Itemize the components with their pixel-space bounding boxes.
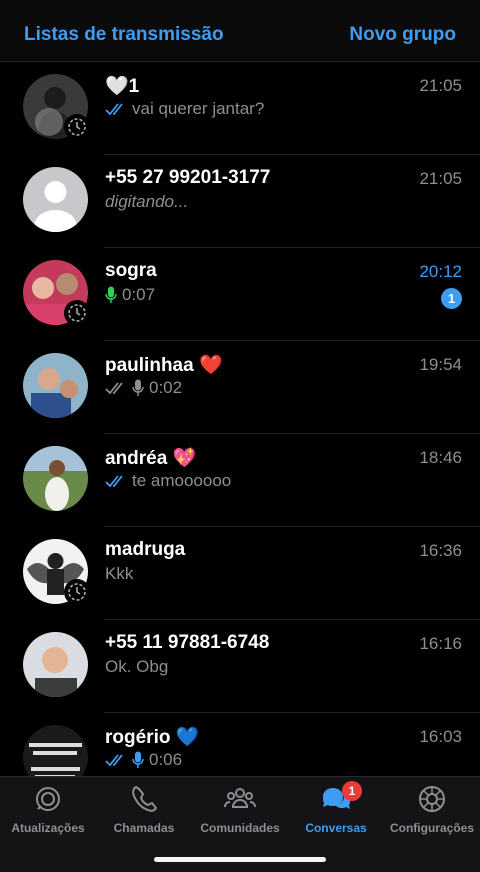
phone-icon [132, 786, 157, 812]
communities-icon [224, 788, 256, 808]
chat-preview-text: vai querer jantar? [132, 99, 265, 118]
chat-time: 21:05 [419, 76, 462, 95]
chat-name: paulinhaa ❤️ [105, 355, 223, 376]
chat-row[interactable]: paulinhaa ❤️ 19:54 0:02 [0, 341, 480, 434]
chat-time: 21:05 [419, 169, 462, 188]
chat-time: 16:16 [419, 634, 462, 653]
avatar [23, 446, 88, 511]
voice-duration: 0:02 [149, 378, 183, 397]
typing-indicator: digitando... [105, 192, 189, 211]
chat-row[interactable]: 🤍1 21:05 vai querer jantar? [0, 62, 480, 155]
chat-preview-text: te amoooooo [132, 471, 232, 490]
chat-preview: digitando... [105, 192, 188, 212]
voice-duration: 0:07 [122, 285, 156, 304]
tab-calls[interactable]: Chamadas [96, 783, 192, 835]
voice-duration: 0:06 [149, 750, 183, 769]
chat-name: +55 11 97881-6748 [105, 632, 270, 653]
chat-name: 🤍1 [105, 76, 140, 97]
double-check-read-icon [105, 754, 123, 767]
chat-name: +55 27 99201-3177 [105, 167, 271, 188]
avatar [23, 725, 88, 776]
tab-label: Chamadas [113, 821, 175, 835]
status-ring-icon [64, 579, 90, 605]
tab-label: Atualizações [11, 821, 85, 835]
microphone-icon [132, 751, 144, 768]
chat-time: 18:46 [419, 448, 462, 467]
microphone-icon [132, 379, 144, 396]
gear-icon [419, 786, 445, 812]
chat-row[interactable]: madruga 16:36 Kkk [0, 527, 480, 620]
tab-communities[interactable]: Comunidades [192, 783, 288, 835]
tab-settings[interactable]: Configurações [384, 783, 480, 835]
chat-list: 🤍1 21:05 vai querer jantar? +55 27 99201… [0, 62, 480, 776]
chat-preview: 0:02 [105, 378, 182, 398]
chat-row[interactable]: sogra 20:12 0:07 1 [0, 248, 480, 341]
status-ring-icon [64, 300, 90, 326]
chat-preview-text: Ok. Obg [105, 657, 169, 676]
chat-time: 16:36 [419, 541, 462, 560]
tab-label: Conversas [305, 821, 367, 835]
double-check-read-icon [105, 475, 123, 488]
chat-name: madruga [105, 539, 186, 560]
chat-name: andréa 💖 [105, 448, 197, 469]
tab-unread-badge: 1 [342, 781, 362, 801]
chat-preview: Ok. Obg [105, 657, 168, 677]
tab-chats[interactable]: 1 Conversas [288, 781, 384, 835]
double-check-delivered-icon [105, 382, 123, 395]
broadcast-lists-link[interactable]: Listas de transmissão [24, 24, 224, 46]
status-ring-icon [64, 114, 90, 140]
avatar [23, 632, 88, 697]
double-check-read-icon [105, 103, 123, 116]
microphone-icon [105, 286, 117, 303]
chat-preview: Kkk [105, 564, 133, 584]
chat-row[interactable]: +55 27 99201-3177 21:05 digitando... [0, 155, 480, 248]
unread-badge: 1 [441, 288, 462, 309]
avatar-placeholder [23, 167, 88, 232]
chat-preview: vai querer jantar? [105, 99, 264, 119]
tab-label: Comunidades [200, 821, 280, 835]
tab-label: Configurações [389, 821, 474, 835]
home-indicator [154, 857, 326, 862]
chat-name: rogério 💙 [105, 727, 200, 748]
chat-preview: te amoooooo [105, 471, 231, 491]
chat-row[interactable]: +55 11 97881-6748 16:16 Ok. Obg [0, 620, 480, 713]
chat-preview-text: Kkk [105, 564, 134, 583]
tab-updates[interactable]: Atualizações [0, 783, 96, 835]
chat-time: 20:12 [419, 262, 462, 281]
status-icon [36, 787, 60, 811]
chat-name: sogra [105, 260, 157, 281]
chat-row[interactable]: andréa 💖 18:46 te amoooooo [0, 434, 480, 527]
avatar [23, 353, 88, 418]
chat-preview: 0:07 [105, 285, 155, 305]
top-bar: Listas de transmissão Novo grupo [0, 0, 480, 62]
chat-time: 16:03 [419, 727, 462, 746]
chat-row[interactable]: rogério 💙 16:03 0:06 [0, 713, 480, 776]
new-group-link[interactable]: Novo grupo [349, 24, 456, 46]
chat-time: 19:54 [419, 355, 462, 374]
chat-preview: 0:06 [105, 750, 182, 770]
